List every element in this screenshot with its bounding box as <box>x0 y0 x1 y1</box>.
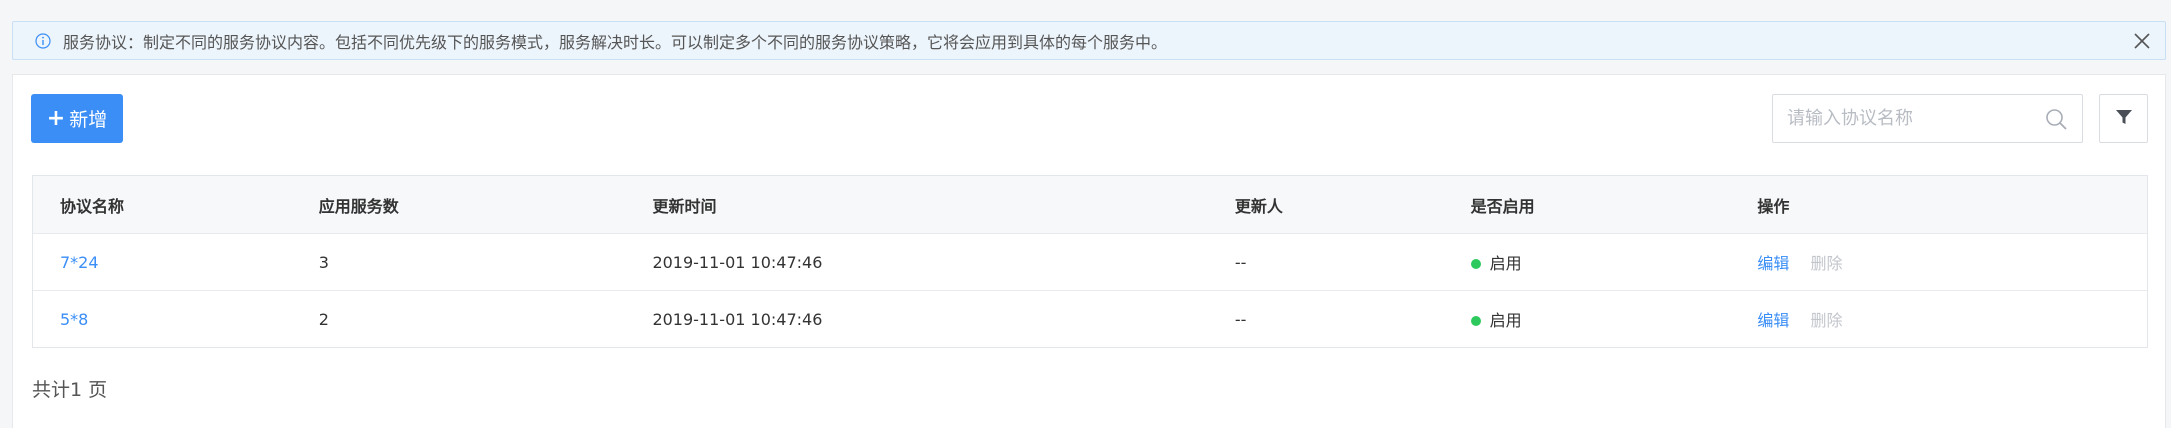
info-icon <box>35 32 51 49</box>
delete-link[interactable]: 删除 <box>1810 311 1842 330</box>
column-header-service-count[interactable]: 应用服务数 <box>319 193 653 217</box>
status-dot-icon <box>1470 258 1481 269</box>
search-icon[interactable] <box>2044 107 2068 131</box>
filter-icon <box>2114 107 2134 131</box>
plus-icon: + <box>46 105 66 131</box>
column-header-updated-by[interactable]: 更新人 <box>1235 193 1471 217</box>
banner-text: 服务协议：制定不同的服务协议内容。包括不同优先级下的服务模式，服务解决时长。可以… <box>63 32 1168 52</box>
column-header-actions: 操作 <box>1757 196 1790 216</box>
table-header: 协议名称 应用服务数 更新时间 更新人 是否启用 操作 <box>33 176 2147 234</box>
agreements-table: 协议名称 应用服务数 更新时间 更新人 是否启用 操作 7*24 3 2019-… <box>32 175 2148 348</box>
close-icon[interactable] <box>2133 32 2151 50</box>
row-actions: 编辑 删除 <box>1757 250 2147 274</box>
agreements-panel: + 新增 协议名称 应用服务数 更新时间 更新人 是否启用 操作 7*24 <box>12 74 2166 428</box>
add-button-label: 新增 <box>69 109 108 131</box>
updated-at: 2019-11-01 10:47:46 <box>652 309 823 329</box>
status: 启用 <box>1470 307 1758 331</box>
updated-at: 2019-11-01 10:47:46 <box>652 252 823 272</box>
status: 启用 <box>1470 250 1758 274</box>
agreement-name-link[interactable]: 7*24 <box>60 253 99 272</box>
table-row: 5*8 2 2019-11-01 10:47:46 -- 启用 编辑 删除 <box>33 291 2147 347</box>
add-button[interactable]: + 新增 <box>31 94 123 143</box>
agreement-name-link[interactable]: 5*8 <box>60 310 88 329</box>
status-label: 启用 <box>1489 254 1522 273</box>
service-count: 2 <box>318 309 329 329</box>
pagination-summary: 共计1 页 <box>32 379 108 401</box>
updated-by: -- <box>1234 309 1247 329</box>
table-row: 7*24 3 2019-11-01 10:47:46 -- 启用 编辑 删除 <box>33 234 2147 291</box>
filter-button[interactable] <box>2099 94 2148 143</box>
status-dot-icon <box>1470 315 1481 326</box>
edit-link[interactable]: 编辑 <box>1757 311 1789 330</box>
status-label: 启用 <box>1489 311 1522 330</box>
column-header-updated-at[interactable]: 更新时间 <box>652 193 1234 217</box>
edit-link[interactable]: 编辑 <box>1757 254 1789 273</box>
search-box <box>1772 94 2083 143</box>
delete-link[interactable]: 删除 <box>1810 254 1842 273</box>
info-banner: 服务协议：制定不同的服务协议内容。包括不同优先级下的服务模式，服务解决时长。可以… <box>12 21 2166 60</box>
service-count: 3 <box>318 252 329 272</box>
column-header-name[interactable]: 协议名称 <box>33 193 319 217</box>
column-header-enabled[interactable]: 是否启用 <box>1471 193 1758 217</box>
row-actions: 编辑 删除 <box>1757 307 2147 331</box>
search-input[interactable] <box>1773 95 2047 142</box>
updated-by: -- <box>1234 252 1247 272</box>
